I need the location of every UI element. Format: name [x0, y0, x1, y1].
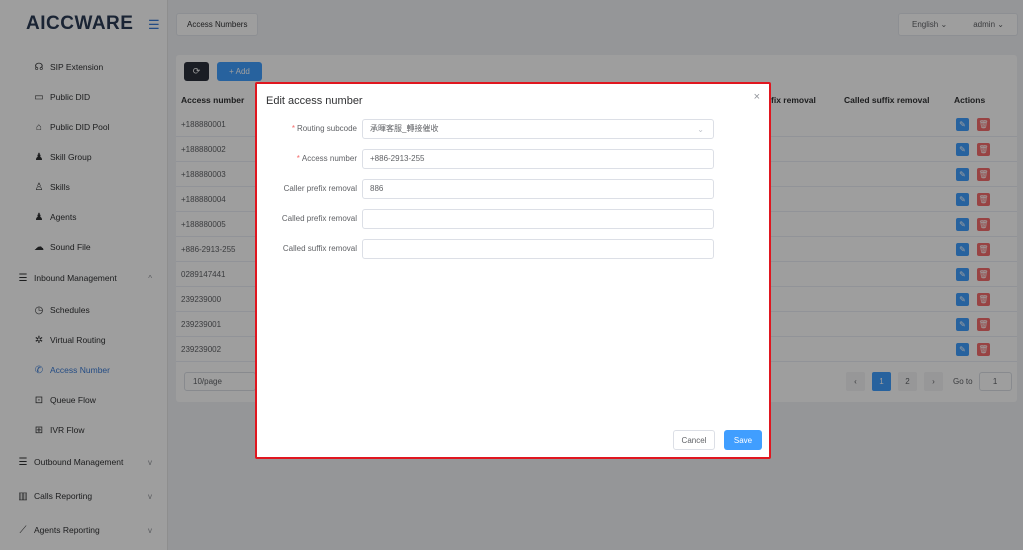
- label-text: Access number: [301, 154, 357, 163]
- edit-access-number-dialog: Edit access number × * Routing subcode 承暉…: [255, 82, 771, 459]
- required-asterisk: *: [291, 124, 295, 133]
- caller-prefix-removal-label: Caller prefix removal: [283, 184, 357, 193]
- save-button[interactable]: Save: [724, 430, 762, 450]
- required-asterisk: *: [296, 154, 300, 163]
- called-suffix-removal-label: Called suffix removal: [282, 244, 357, 253]
- called-prefix-removal-label: Called prefix removal: [281, 214, 357, 223]
- called-suffix-removal-input[interactable]: [362, 239, 714, 259]
- selected-value: 承暉客服_轉接催收: [370, 124, 439, 133]
- dialog-title: Edit access number: [266, 95, 363, 107]
- caller-prefix-removal-input[interactable]: 886: [362, 179, 714, 199]
- close-icon[interactable]: ×: [754, 91, 760, 103]
- access-number-input[interactable]: +886-2913-255: [362, 149, 714, 169]
- called-prefix-removal-input[interactable]: [362, 209, 714, 229]
- routing-subcode-select[interactable]: 承暉客服_轉接催收 ⌄: [362, 119, 714, 139]
- cancel-button[interactable]: Cancel: [673, 430, 715, 450]
- access-number-label: * Access number: [257, 154, 357, 163]
- label-text: Routing subcode: [296, 124, 357, 133]
- routing-subcode-label: * Routing subcode: [257, 124, 357, 133]
- chevron-down-icon: ⌄: [697, 125, 704, 134]
